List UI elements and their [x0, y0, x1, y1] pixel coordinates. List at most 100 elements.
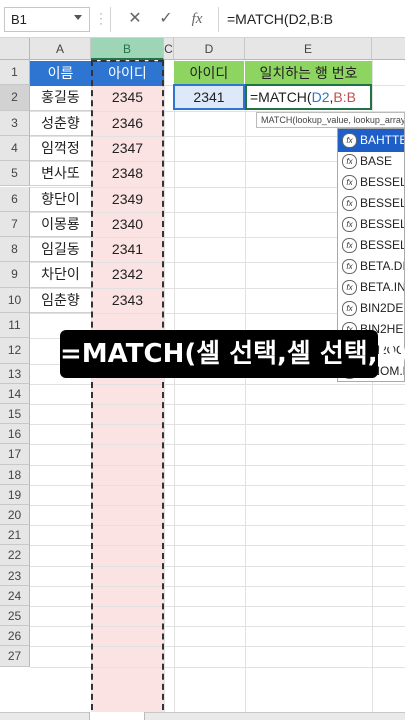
insert-function-button[interactable]: fx [184, 8, 210, 30]
row-header[interactable]: 26 [0, 626, 30, 647]
autocomplete-item[interactable]: fxBESSELY [338, 234, 404, 257]
row-header[interactable]: 16 [0, 424, 30, 445]
column-header-b[interactable]: B [91, 38, 164, 60]
autocomplete-item-label: BESSELY [360, 238, 404, 252]
name-cell[interactable]: 차단이 [30, 262, 91, 288]
row-header[interactable]: 18 [0, 464, 30, 485]
lookup-header-result[interactable]: 일치하는 행 번호 [245, 61, 372, 86]
row-header[interactable]: 20 [0, 505, 30, 526]
function-tooltip[interactable]: MATCH(lookup_value, lookup_array, [match… [256, 112, 405, 128]
column-gridline [174, 60, 175, 720]
autocomplete-item-label: BETA.DIST [360, 259, 404, 273]
active-cell-editor[interactable]: =MATCH(D2,B:B [245, 84, 372, 110]
row-header[interactable]: 27 [0, 646, 30, 667]
autocomplete-item-label: BIN2DEC [360, 301, 404, 315]
row-gridline [30, 666, 405, 668]
row-gridline [30, 646, 405, 648]
header-cell-name[interactable]: 이름 [30, 61, 91, 86]
row-gridline [30, 606, 405, 607]
name-cell[interactable]: 변사또 [30, 161, 91, 187]
name-cell[interactable]: 향단이 [30, 187, 91, 212]
row-header[interactable]: 1 [0, 60, 30, 86]
chevron-down-icon[interactable] [74, 15, 82, 20]
select-all-corner[interactable] [0, 38, 30, 60]
column-header-a[interactable]: A [30, 38, 91, 60]
row-header[interactable]: 15 [0, 404, 30, 425]
caption-overlay: =MATCH(셀 선택,셀 선택,0) [60, 330, 405, 378]
row-header[interactable]: 9 [0, 262, 30, 288]
row-header[interactable]: 2 [0, 85, 30, 111]
lookup-id-cell[interactable]: 2341 [173, 84, 245, 110]
column-header-d[interactable]: D [174, 38, 245, 60]
autocomplete-item[interactable]: fxBESSELJ [338, 192, 404, 215]
row-header[interactable]: 3 [0, 110, 30, 136]
row-header[interactable]: 25 [0, 606, 30, 627]
row-header[interactable]: 22 [0, 545, 30, 566]
lookup-header-id[interactable]: 아이디 [174, 61, 245, 86]
autocomplete-item[interactable]: fxBIN2DEC [338, 297, 404, 320]
cancel-icon[interactable]: ✕ [122, 8, 148, 30]
autocomplete-item[interactable]: fxBESSELK [338, 213, 404, 236]
more-vertical-icon: · · · [99, 6, 103, 30]
function-icon: fx [342, 133, 357, 149]
function-icon: fx [342, 238, 357, 254]
column-gridline [245, 60, 246, 720]
autocomplete-item-label: BESSELJ [360, 196, 404, 210]
row-gridline [30, 444, 405, 446]
autocomplete-item[interactable]: fxBAHTTEXT [338, 129, 404, 152]
row-header[interactable]: 23 [0, 565, 30, 586]
row-gridline [30, 525, 405, 527]
row-header[interactable]: 24 [0, 585, 30, 606]
function-icon: fx [342, 280, 357, 296]
autocomplete-item[interactable]: fx BASE [338, 150, 404, 173]
autocomplete-item-label: BETA.INV [360, 280, 405, 294]
row-header[interactable]: 17 [0, 444, 30, 465]
row-header[interactable]: 10 [0, 287, 30, 313]
function-icon: fx [342, 217, 357, 233]
sheet-tab[interactable] [89, 712, 145, 720]
row-header[interactable]: 7 [0, 211, 30, 238]
function-icon: fx [342, 259, 357, 275]
row-header[interactable]: 4 [0, 135, 30, 162]
name-cell[interactable]: 임꺽정 [30, 136, 91, 162]
row-gridline [30, 464, 405, 466]
row-header[interactable]: 6 [0, 186, 30, 212]
copy-selection-border [91, 60, 164, 720]
autocomplete-item-label: BASE [360, 154, 393, 168]
sheet-tab-bar [0, 712, 405, 720]
formula-prefix: =MATCH( [250, 89, 312, 105]
column-header-f[interactable] [372, 38, 405, 60]
function-icon: fx [342, 301, 357, 317]
column-header-c[interactable]: C [164, 38, 174, 60]
enter-icon[interactable]: ✓ [153, 8, 179, 30]
autocomplete-item[interactable]: fxBESSELI [338, 171, 404, 194]
row-header[interactable]: 8 [0, 237, 30, 263]
row-header[interactable]: 11 [0, 313, 30, 339]
row-gridline [30, 565, 405, 567]
autocomplete-item[interactable]: fxBETA.DIST [338, 255, 404, 278]
name-cell[interactable]: 이몽룡 [30, 212, 91, 238]
row-gridline [30, 383, 405, 385]
row-header[interactable]: 13 [0, 363, 30, 384]
name-cell[interactable]: 성춘향 [30, 111, 91, 136]
name-cell[interactable]: 임길동 [30, 237, 91, 263]
name-cell[interactable]: 임춘향 [30, 288, 91, 313]
name-cell[interactable]: 홍길동 [30, 85, 91, 111]
function-icon: fx [342, 175, 357, 191]
copy-selection-border-top [91, 60, 164, 62]
row-header[interactable]: 12 [0, 338, 30, 364]
formula-ref-d2: D2 [311, 89, 330, 105]
row-header[interactable]: 19 [0, 484, 30, 505]
autocomplete-item[interactable]: fxBETA.INV [338, 276, 405, 299]
row-header[interactable]: 21 [0, 525, 30, 546]
row-header[interactable]: 14 [0, 383, 30, 404]
divider [110, 7, 111, 32]
formula-ref-bb: B:B [333, 89, 356, 105]
formula-input[interactable]: =MATCH(D2,B:B [218, 7, 405, 32]
row-gridline [30, 505, 405, 506]
row-header[interactable]: 5 [0, 161, 30, 187]
autocomplete-item-label: BESSELK [360, 217, 404, 231]
column-header-e[interactable]: E [245, 38, 372, 60]
row-gridline [30, 484, 405, 486]
row-gridline [30, 404, 405, 405]
